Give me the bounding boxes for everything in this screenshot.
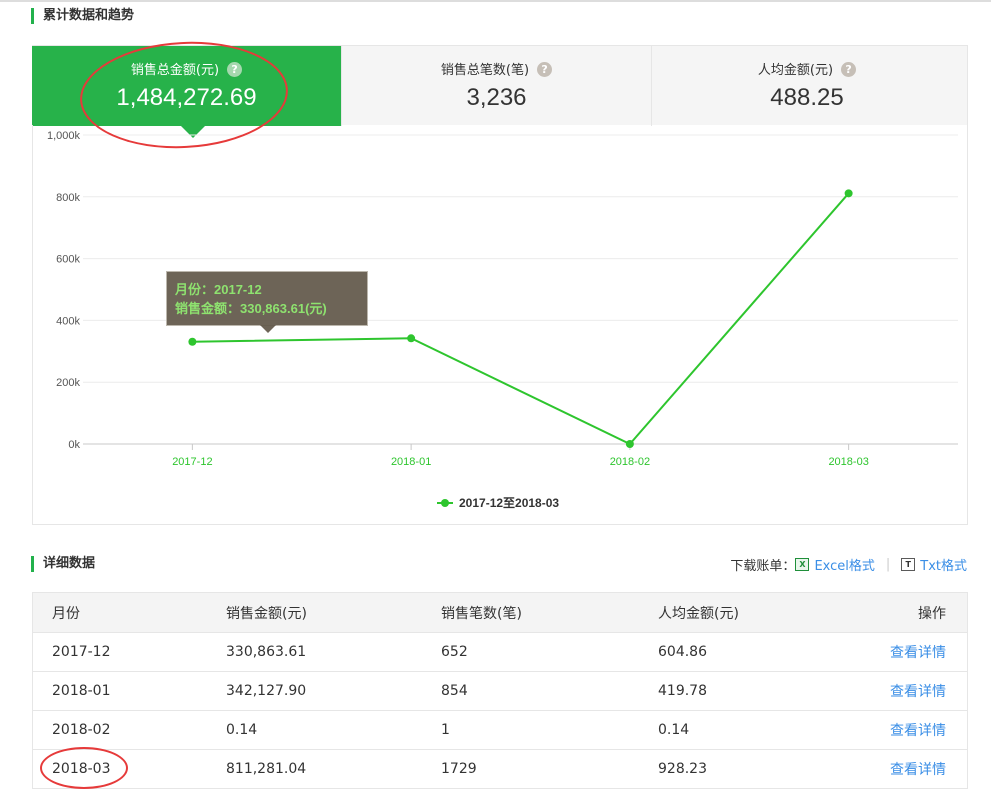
x-tick-label: 2018-02	[610, 456, 650, 468]
table-row: 2018-03 811,281.04 1729 928.23 查看详情	[33, 749, 967, 788]
cell-month: 2017-12	[52, 644, 111, 660]
view-details-link[interactable]: 查看详情	[890, 645, 946, 661]
view-details-link[interactable]: 查看详情	[890, 723, 946, 739]
section-title-details: 详细数据	[31, 556, 95, 572]
cell-month: 2018-03	[52, 761, 111, 777]
data-point	[625, 439, 634, 448]
card-label: 人均金额(元)	[757, 63, 834, 78]
header-sales-count: 销售笔数(笔)	[441, 605, 522, 622]
cell-sales-count: 652	[441, 644, 468, 660]
y-tick-label: 600k	[56, 254, 80, 266]
card-label: 销售总金额(元)	[130, 63, 220, 78]
legend-marker	[441, 499, 449, 507]
cell-month: 2018-01	[52, 683, 111, 699]
cell-sales-count: 854	[441, 683, 468, 699]
y-tick-label: 0k	[68, 439, 80, 451]
header-month: 月份	[52, 605, 80, 622]
tooltip-amount: 销售金额：330,863.61(元)	[175, 301, 327, 316]
help-icon[interactable]: ?	[227, 62, 243, 77]
y-tick-label: 800k	[56, 192, 80, 204]
card-value: 1,484,272.69	[116, 84, 257, 111]
chart-tooltip: 月份：2017-12 销售金额：330,863.61(元)	[166, 271, 368, 333]
header-actions: 操作	[918, 605, 946, 622]
tooltip-month: 月份：2017-12	[175, 282, 262, 297]
help-icon[interactable]: ?	[537, 62, 553, 77]
cell-average-amount: 604.86	[658, 644, 707, 660]
download-label: 下载账单：	[730, 559, 796, 574]
cell-sales-amount: 330,863.61	[226, 644, 307, 660]
cell-sales-count: 1729	[441, 761, 477, 777]
help-icon[interactable]: ?	[841, 62, 857, 77]
y-tick-label: 200k	[56, 377, 80, 389]
cell-average-amount: 0.14	[658, 722, 690, 738]
table-row: 2017-12 330,863.61 652 604.86 查看详情	[33, 632, 967, 671]
table-row: 2018-01 342,127.90 854 419.78 查看详情	[33, 671, 967, 710]
cell-sales-amount: 0.14	[226, 722, 258, 738]
card-value: 488.25	[770, 84, 844, 111]
data-point	[844, 189, 853, 198]
excel-download-link[interactable]: X Excel格式	[795, 555, 875, 574]
cell-sales-amount: 342,127.90	[226, 683, 307, 699]
download-bar: 下载账单： X Excel格式 | T Txt格式	[730, 555, 967, 574]
card-value: 3,236	[466, 84, 527, 111]
x-tick-label: 2018-01	[391, 456, 431, 468]
card-average-amount[interactable]: 人均金额(元)? 488.25	[652, 46, 962, 126]
cell-sales-amount: 811,281.04	[226, 761, 307, 777]
header-sales-amount: 销售金额(元)	[226, 605, 307, 622]
cell-month: 2018-02	[52, 722, 111, 738]
y-tick-label: 1,000k	[47, 130, 81, 142]
cell-average-amount: 928.23	[658, 761, 707, 777]
y-tick-label: 400k	[56, 315, 80, 327]
details-table: 月份 销售金额(元) 销售笔数(笔) 人均金额(元) 操作 2017-12 33…	[32, 592, 968, 789]
download-separator: |	[885, 557, 891, 572]
x-tick-label: 2017-12	[172, 456, 212, 468]
table-row: 2018-02 0.14 1 0.14 查看详情	[33, 710, 967, 749]
excel-file-icon: X	[795, 558, 810, 571]
excel-download-label: Excel格式	[814, 559, 875, 574]
table-header-row: 月份 销售金额(元) 销售笔数(笔) 人均金额(元) 操作	[33, 593, 967, 632]
legend-label: 2017-12至2018-03	[459, 496, 559, 510]
data-point	[188, 337, 197, 346]
section-title-cumulative: 累计数据和趋势	[31, 8, 134, 24]
txt-file-icon: T	[901, 558, 916, 571]
view-details-link[interactable]: 查看详情	[890, 684, 946, 700]
top-divider	[0, 0, 991, 2]
view-details-link[interactable]: 查看详情	[890, 762, 946, 778]
data-point	[407, 334, 416, 343]
x-tick-label: 2018-03	[828, 456, 868, 468]
header-average-amount: 人均金额(元)	[658, 605, 739, 622]
cell-sales-count: 1	[441, 722, 450, 738]
card-total-sales[interactable]: 销售总金额(元)? 1,484,272.69	[32, 46, 342, 138]
summary-cards: 销售总金额(元)? 1,484,272.69 销售总笔数(笔)? 3,236 人…	[32, 45, 968, 138]
card-total-count[interactable]: 销售总笔数(笔)? 3,236	[342, 46, 652, 126]
cell-average-amount: 419.78	[658, 683, 707, 699]
txt-download-label: Txt格式	[920, 559, 967, 574]
txt-download-link[interactable]: T Txt格式	[901, 555, 967, 574]
card-label: 销售总笔数(笔)	[440, 63, 530, 78]
